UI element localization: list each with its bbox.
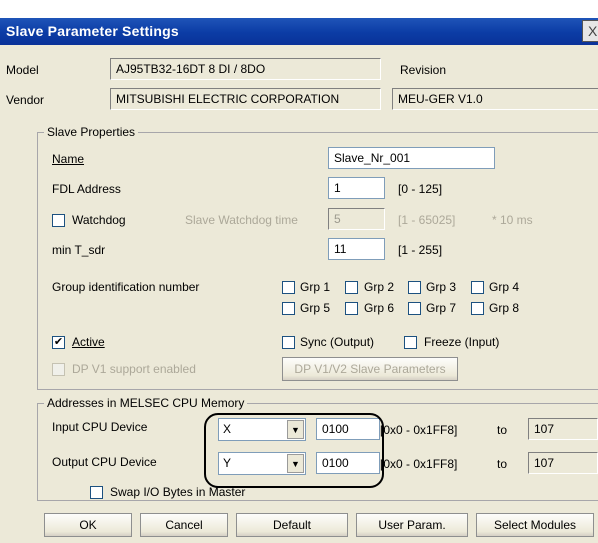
- dpv1-label: DP V1 support enabled: [72, 362, 196, 376]
- title-bar: Slave Parameter Settings: [0, 18, 598, 45]
- name-input[interactable]: Slave_Nr_001: [328, 147, 495, 169]
- sync-output-checkbox[interactable]: [282, 336, 295, 349]
- watchdog-time-input[interactable]: 5: [328, 208, 385, 230]
- swap-io-checkbox[interactable]: [90, 486, 103, 499]
- active-checkbox[interactable]: ✔: [52, 336, 65, 349]
- active-label: Active: [72, 335, 105, 349]
- grp1-label: Grp 1: [300, 280, 331, 294]
- input-cpu-device-label: Input CPU Device: [52, 420, 148, 434]
- fdl-address-input[interactable]: 1: [328, 177, 385, 199]
- dialog-title: Slave Parameter Settings: [6, 23, 179, 39]
- watchdog-time-label: Slave Watchdog time: [185, 213, 298, 227]
- output-cpu-device-label: Output CPU Device: [52, 455, 157, 469]
- output-address-range: [0x0 - 0x1FF8]: [380, 457, 458, 471]
- grp5-checkbox[interactable]: [282, 302, 295, 315]
- freeze-input-checkbox[interactable]: [404, 336, 417, 349]
- grp3-label: Grp 3: [426, 280, 457, 294]
- output-to-label: to: [497, 457, 508, 471]
- grp6-label: Grp 6: [364, 301, 395, 315]
- slave-properties-legend: Slave Properties: [44, 125, 139, 139]
- close-button[interactable]: X: [582, 20, 598, 42]
- revision-label: Revision: [400, 63, 447, 77]
- fdl-address-range: [0 - 125]: [398, 182, 443, 196]
- input-address-range: [0x0 - 0x1FF8]: [380, 423, 458, 437]
- user-param-button[interactable]: User Param.: [356, 513, 468, 537]
- ok-button[interactable]: OK: [44, 513, 132, 537]
- grp3-checkbox[interactable]: [408, 281, 421, 294]
- watchdog-time-range: [1 - 65025]: [398, 213, 456, 227]
- min-tsdr-input[interactable]: 11: [328, 238, 385, 260]
- sync-output-label: Sync (Output): [300, 335, 375, 349]
- callout-ring: [204, 413, 384, 488]
- grp5-label: Grp 5: [300, 301, 331, 315]
- model-field: AJ95TB32-16DT 8 DI / 8DO: [110, 58, 381, 80]
- grp7-label: Grp 7: [426, 301, 457, 315]
- watchdog-time-unit: * 10 ms: [492, 213, 533, 227]
- vendor-label: Vendor: [6, 93, 45, 107]
- freeze-input-label: Freeze (Input): [424, 335, 500, 349]
- grp4-label: Grp 4: [489, 280, 520, 294]
- input-end-address: 107: [528, 418, 598, 440]
- output-end-address: 107: [528, 452, 598, 474]
- grp2-label: Grp 2: [364, 280, 395, 294]
- check-icon: ✔: [53, 336, 64, 348]
- name-label: Name: [52, 152, 85, 166]
- min-tsdr-label: min T_sdr: [52, 243, 106, 257]
- grp1-checkbox[interactable]: [282, 281, 295, 294]
- select-modules-button[interactable]: Select Modules: [476, 513, 594, 537]
- dpv1-checkbox[interactable]: [52, 363, 65, 376]
- min-tsdr-range: [1 - 255]: [398, 243, 443, 257]
- group-id-label: Group identification number: [52, 280, 200, 294]
- addresses-legend: Addresses in MELSEC CPU Memory: [44, 396, 248, 410]
- fdl-address-label: FDL Address: [52, 182, 121, 196]
- revision-field: MEU-GER V1.0: [392, 88, 598, 110]
- watchdog-checkbox[interactable]: [52, 214, 65, 227]
- grp8-checkbox[interactable]: [471, 302, 484, 315]
- model-label: Model: [6, 63, 39, 77]
- watchdog-label: Watchdog: [72, 213, 126, 227]
- grp2-checkbox[interactable]: [345, 281, 358, 294]
- grp6-checkbox[interactable]: [345, 302, 358, 315]
- vendor-field: MITSUBISHI ELECTRIC CORPORATION: [110, 88, 381, 110]
- input-to-label: to: [497, 423, 508, 437]
- slave-properties-group: [37, 132, 598, 390]
- grp4-checkbox[interactable]: [471, 281, 484, 294]
- close-icon: X: [588, 23, 598, 39]
- grp8-label: Grp 8: [489, 301, 520, 315]
- dpv1-slave-parameters-button[interactable]: DP V1/V2 Slave Parameters: [282, 357, 458, 381]
- grp7-checkbox[interactable]: [408, 302, 421, 315]
- cancel-button[interactable]: Cancel: [140, 513, 228, 537]
- default-button[interactable]: Default: [236, 513, 348, 537]
